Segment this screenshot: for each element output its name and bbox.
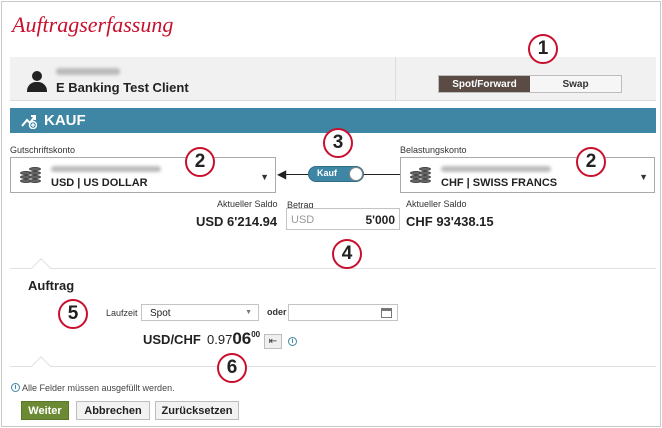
- chevron-down-icon: ▼: [260, 172, 269, 182]
- callout-badge: 2: [185, 147, 215, 177]
- debit-balance-label: Aktueller Saldo: [406, 199, 467, 209]
- calendar-icon[interactable]: [381, 308, 392, 318]
- debit-balance: CHF 93'438.15: [406, 214, 494, 229]
- direction-toggle[interactable]: Kauf: [308, 166, 364, 182]
- chevron-down-icon: ▼: [245, 309, 252, 316]
- amount-input[interactable]: USD 5'000: [286, 208, 400, 230]
- credit-account-label: Gutschriftskonto: [10, 145, 76, 155]
- section-notch: [31, 356, 51, 376]
- section-notch: [31, 258, 51, 278]
- credit-account-select[interactable]: USD | US DOLLAR ▼: [10, 157, 276, 193]
- account-number-blurred: [51, 166, 161, 172]
- buy-icon: [21, 115, 37, 129]
- debit-account-label: Belastungskonto: [400, 145, 467, 155]
- rate-base: 0.97: [207, 332, 233, 347]
- page-title: Auftragserfassung: [12, 12, 174, 37]
- callout-badge: 5: [58, 299, 88, 329]
- coins-icon: [410, 167, 432, 185]
- user-icon: [26, 71, 48, 93]
- app-frame: Auftragserfassung E Banking Test Client …: [1, 1, 661, 427]
- section-divider: [10, 268, 656, 269]
- debit-account-currency: CHF | SWISS FRANCS: [441, 177, 558, 189]
- credit-account-currency: USD | US DOLLAR: [51, 177, 148, 189]
- section-divider: [10, 366, 656, 367]
- direction-toggle-label: Kauf: [317, 168, 337, 178]
- client-name: E Banking Test Client: [56, 80, 189, 95]
- connector-line: [280, 174, 310, 175]
- coins-icon: [20, 167, 42, 185]
- refresh-rate-icon[interactable]: ⇤: [264, 334, 282, 349]
- date-input[interactable]: [288, 304, 398, 321]
- amount-currency: USD: [291, 214, 315, 226]
- currency-pair: USD/CHF: [143, 332, 201, 347]
- toggle-knob: [349, 167, 363, 181]
- term-label: Laufzeit: [106, 308, 138, 318]
- callout-badge: 3: [323, 128, 353, 158]
- client-id-blurred: [56, 68, 120, 75]
- order-section-title: Auftrag: [28, 278, 75, 293]
- account-number-blurred: [441, 166, 551, 172]
- required-fields-note: Alle Felder müssen ausgefüllt werden.: [22, 383, 175, 393]
- credit-balance-label: Aktueller Saldo: [217, 199, 278, 209]
- tab-swap[interactable]: Swap: [530, 76, 621, 92]
- chevron-down-icon: ▼: [639, 172, 648, 182]
- client-bar: E Banking Test Client Spot/Forward Swap: [10, 57, 656, 101]
- term-select[interactable]: Spot ▼: [141, 304, 259, 321]
- reset-button[interactable]: Zurücksetzen: [155, 401, 239, 420]
- divider: [395, 57, 396, 101]
- exchange-rate: 0.97 06 00: [207, 329, 260, 349]
- trade-title: KAUF: [44, 112, 86, 129]
- info-icon[interactable]: i: [288, 337, 297, 346]
- rate-fraction: 00: [251, 330, 261, 339]
- credit-balance: USD 6'214.94: [196, 214, 278, 229]
- mode-switch: Spot/Forward Swap: [438, 75, 622, 93]
- callout-badge: 4: [332, 239, 362, 269]
- term-value: Spot: [150, 308, 171, 319]
- next-button[interactable]: Weiter: [21, 401, 69, 420]
- callout-badge: 1: [528, 34, 558, 64]
- tab-spot-forward[interactable]: Spot/Forward: [439, 76, 530, 92]
- connector-line: [362, 174, 400, 175]
- debit-account-select[interactable]: CHF | SWISS FRANCS ▼: [400, 157, 655, 193]
- callout-badge: 6: [217, 353, 247, 383]
- cancel-button[interactable]: Abbrechen: [76, 401, 150, 420]
- callout-badge: 2: [576, 147, 606, 177]
- amount-value: 5'000: [365, 213, 395, 227]
- info-icon: i: [11, 383, 20, 392]
- or-label: oder: [267, 307, 287, 317]
- rate-pips: 06: [232, 329, 252, 348]
